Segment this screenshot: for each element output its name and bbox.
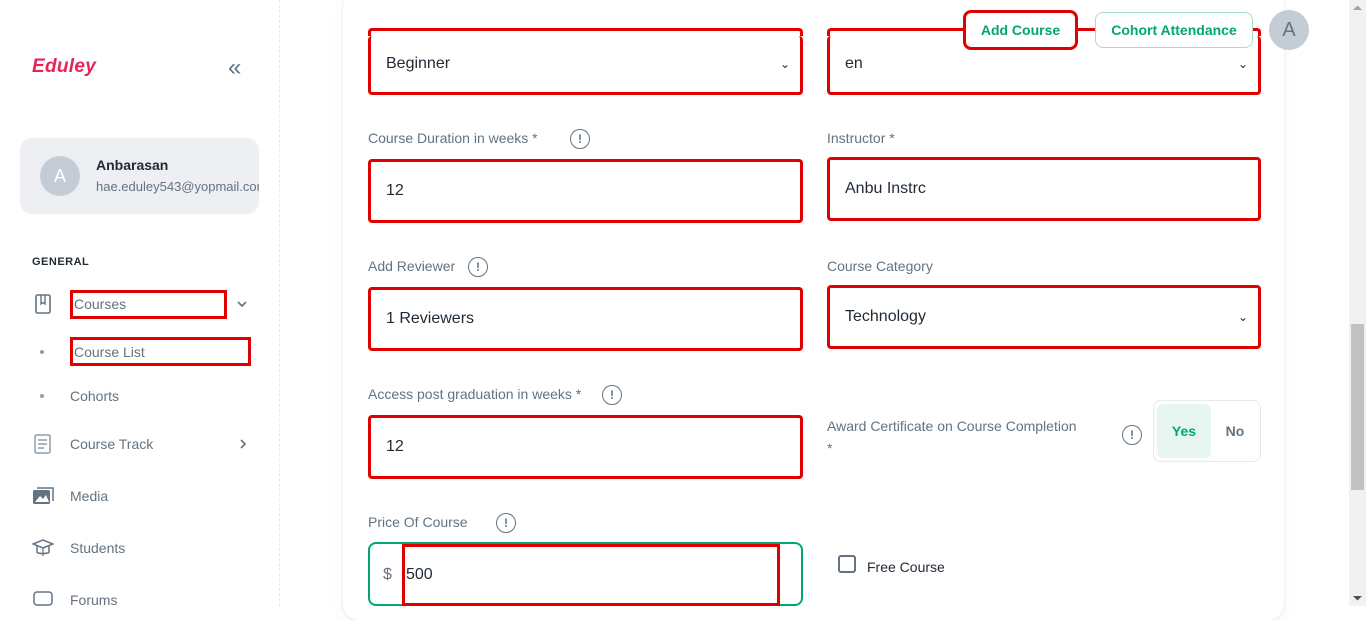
highlight-top-left — [368, 28, 803, 36]
page-scrollbar[interactable] — [1349, 0, 1366, 606]
info-icon[interactable]: ! — [1122, 425, 1142, 445]
duration-value: 12 — [386, 182, 404, 199]
category-value: Technology — [845, 308, 926, 325]
app-logo[interactable]: Eduley — [32, 56, 96, 78]
duration-label: Course Duration in weeks * — [368, 130, 538, 146]
chevron-down-icon[interactable] — [236, 299, 248, 309]
add-course-button[interactable]: Add Course — [963, 10, 1078, 50]
highlight-course-list — [70, 337, 251, 366]
sidebar-item-media[interactable]: Media — [70, 488, 108, 504]
graduation-cap-icon — [32, 539, 54, 556]
chat-icon — [33, 591, 53, 606]
free-course-checkbox[interactable] — [838, 555, 856, 573]
sidebar-item-course-track[interactable]: Course Track — [70, 436, 153, 452]
access-input[interactable]: 12 — [368, 415, 803, 479]
account-email: hae.eduley543@yopmail.com — [96, 179, 259, 194]
duration-input[interactable]: 12 — [368, 159, 803, 223]
chevron-down-icon: ⌄ — [779, 57, 790, 71]
collapse-sidebar-icon[interactable]: « — [228, 56, 241, 80]
sidebar-item-cohorts[interactable]: Cohorts — [70, 388, 119, 404]
reviewer-value: 1 Reviewers — [386, 310, 475, 327]
certificate-yes-button[interactable]: Yes — [1157, 404, 1211, 458]
info-icon[interactable]: ! — [602, 385, 622, 405]
chevron-down-icon: ⌄ — [1237, 310, 1248, 324]
reviewer-label: Add Reviewer — [368, 258, 456, 274]
access-value: 12 — [386, 438, 404, 455]
price-value: 500 — [406, 566, 433, 583]
currency-symbol: $ — [383, 566, 392, 583]
account-card[interactable]: A Anbarasan hae.eduley543@yopmail.com — [20, 138, 259, 214]
price-label: Price Of Course — [368, 514, 468, 530]
user-avatar[interactable]: A — [1269, 10, 1309, 50]
avatar: A — [40, 156, 80, 196]
chevron-right-icon[interactable] — [238, 438, 248, 450]
sidebar-item-students[interactable]: Students — [70, 540, 125, 556]
certificate-no-button[interactable]: No — [1212, 404, 1258, 458]
certificate-label: Award Certificate on Course Completion — [827, 418, 1077, 434]
cohort-attendance-button[interactable]: Cohort Attendance — [1095, 12, 1253, 48]
price-input[interactable]: 500 — [402, 544, 780, 606]
certificate-required-mark: * — [827, 440, 833, 456]
level-select[interactable]: Beginner ⌄ — [368, 36, 803, 95]
info-icon[interactable]: ! — [468, 257, 488, 277]
instructor-value: Anbu Instrc — [845, 180, 926, 197]
scroll-up-arrow-icon[interactable] — [1352, 4, 1363, 12]
scrollbar-thumb[interactable] — [1351, 324, 1364, 490]
chevron-down-icon: ⌄ — [1237, 57, 1248, 71]
info-icon[interactable]: ! — [570, 129, 590, 149]
book-icon — [35, 294, 51, 314]
certificate-toggle: Yes No — [1153, 400, 1261, 462]
nav-section-title: GENERAL — [32, 256, 90, 268]
document-icon — [34, 434, 51, 454]
free-course-label: Free Course — [867, 559, 945, 575]
bullet-dot — [40, 350, 44, 354]
instructor-label: Instructor * — [827, 130, 895, 146]
bullet-dot — [40, 394, 44, 398]
highlight-courses — [70, 290, 227, 319]
images-icon — [33, 487, 54, 504]
category-select[interactable]: Technology ⌄ — [827, 285, 1261, 349]
access-label: Access post graduation in weeks * — [368, 386, 582, 402]
sidebar: Eduley « A Anbarasan hae.eduley543@yopma… — [0, 0, 280, 608]
reviewer-input[interactable]: 1 Reviewers — [368, 287, 803, 351]
scroll-down-arrow-icon[interactable] — [1352, 594, 1363, 602]
language-value: en — [845, 55, 863, 72]
level-value: Beginner — [386, 55, 451, 72]
info-icon[interactable]: ! — [496, 513, 516, 533]
account-name: Anbarasan — [96, 157, 169, 173]
category-label: Course Category — [827, 258, 933, 274]
instructor-input[interactable]: Anbu Instrc — [827, 157, 1261, 221]
